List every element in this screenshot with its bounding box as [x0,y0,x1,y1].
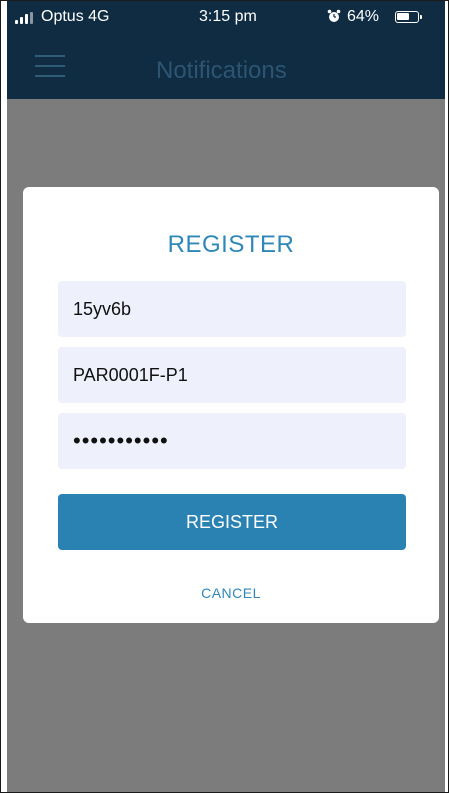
hamburger-menu-icon[interactable] [35,55,65,77]
device-id-field[interactable] [58,347,406,403]
app-header: Optus 4G 3:15 pm 64% Notifications [7,1,445,99]
page-title: Notifications [156,57,287,84]
phone-frame: Optus 4G 3:15 pm 64% Notifications REGIS… [0,0,449,793]
register-dialog: REGISTER REGISTER CANCEL [23,187,439,623]
battery-icon [395,11,422,23]
status-time: 3:15 pm [199,8,257,25]
cancel-button[interactable]: CANCEL [23,585,439,601]
password-field[interactable] [58,413,406,469]
status-bar: Optus 4G 3:15 pm 64% [7,1,445,35]
app-screen: Optus 4G 3:15 pm 64% Notifications REGIS… [7,1,445,792]
registration-code-field[interactable] [58,281,406,337]
alarm-clock-icon [327,9,341,22]
carrier-name: Optus 4G [41,8,110,25]
signal-bars-icon [15,12,37,24]
battery-percent: 64% [347,8,380,25]
battery-level-fill [397,13,409,20]
register-button[interactable]: REGISTER [58,494,406,550]
dialog-title: REGISTER [167,231,295,258]
